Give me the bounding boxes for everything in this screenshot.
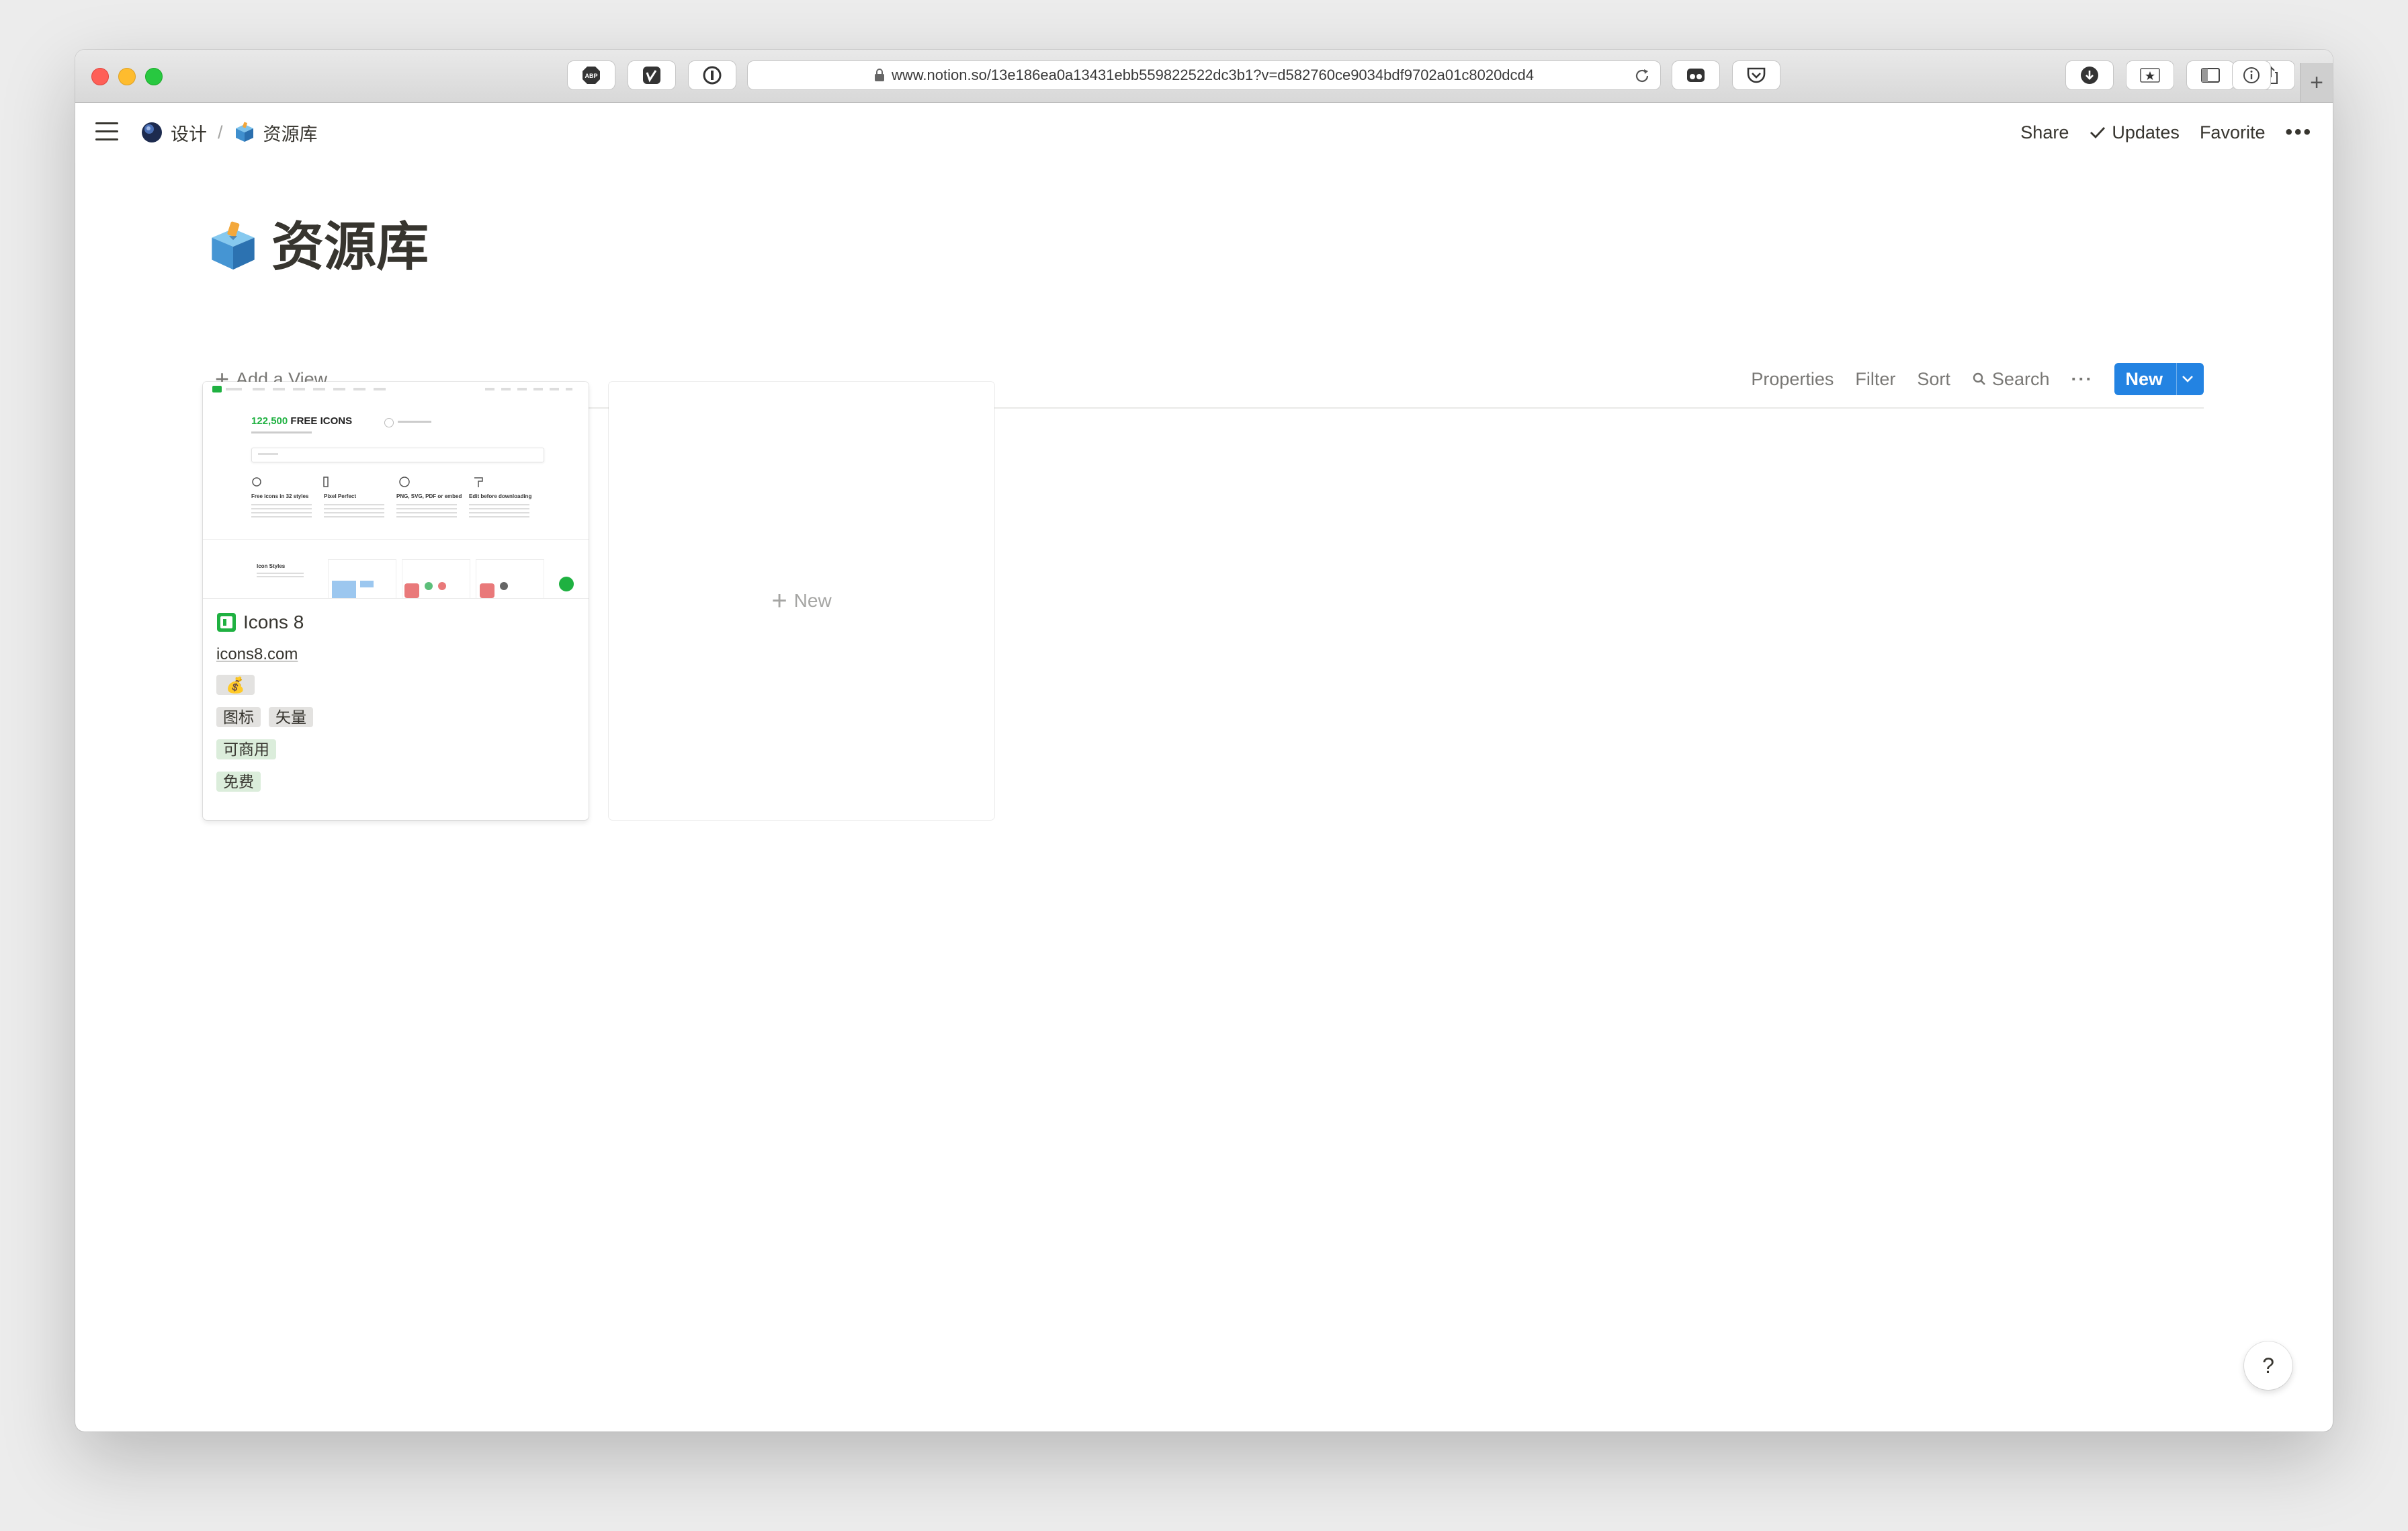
money-bag-tag: 💰 xyxy=(216,675,255,695)
pocket-button[interactable] xyxy=(1732,60,1780,90)
cover-feature-2: Pixel Perfect xyxy=(324,493,357,499)
cube-box-icon xyxy=(234,122,255,143)
info-button[interactable] xyxy=(2232,60,2271,90)
download-icon xyxy=(2081,67,2098,84)
tag-vector: 矢量 xyxy=(269,707,313,727)
reading-list-button[interactable] xyxy=(1672,60,1720,90)
sidebar-icon xyxy=(2201,68,2220,83)
help-button[interactable]: ? xyxy=(2244,1341,2292,1390)
tag-commercial: 可商用 xyxy=(216,739,276,759)
zoom-window-button[interactable] xyxy=(145,68,163,85)
vimeo-extension-button[interactable] xyxy=(628,60,676,90)
globe-icon xyxy=(141,122,163,143)
search-label: Search xyxy=(1991,368,2050,389)
view-tools: Properties Filter Sort Search ··· New xyxy=(1729,355,2204,403)
properties-button[interactable]: Properties xyxy=(1751,369,1834,390)
card-emoji-tag-row: 💰 xyxy=(216,675,263,695)
view-more-button[interactable]: ··· xyxy=(2071,369,2093,390)
plus-icon: + xyxy=(771,586,787,616)
filter-button[interactable]: Filter xyxy=(1855,369,1895,390)
reload-icon[interactable] xyxy=(1633,67,1651,85)
tag-free: 免费 xyxy=(216,772,261,792)
onepassword-icon xyxy=(703,66,722,85)
card-free-tag-row: 免费 xyxy=(216,772,269,792)
cube-box-icon xyxy=(212,221,255,270)
browser-window: ABP www.notion.so/13e186ea0a13431ebb5598… xyxy=(75,50,2333,1432)
card-cover-image: 122,500 FREE ICONS Free icons in 32 styl… xyxy=(203,382,589,599)
updates-button[interactable]: Updates xyxy=(2089,122,2180,143)
downloads-button[interactable] xyxy=(2065,60,2114,90)
favorite-button[interactable]: Favorite xyxy=(2200,122,2266,143)
star-icon xyxy=(2140,68,2160,83)
search-button[interactable]: Search xyxy=(1972,368,2050,390)
new-item-button[interactable]: New xyxy=(2114,363,2204,395)
address-bar[interactable]: www.notion.so/13e186ea0a13431ebb55982252… xyxy=(747,60,1661,90)
notion-topbar: 设计 / 资源库 Share Updates Favorite ••• xyxy=(75,102,2333,163)
search-icon xyxy=(1973,372,1985,385)
bookmark-button[interactable] xyxy=(2126,60,2174,90)
cover-section-title: Icon Styles xyxy=(257,563,286,569)
breadcrumb: 设计 / 资源库 xyxy=(141,118,318,147)
close-window-button[interactable] xyxy=(91,68,109,85)
cover-feature-4: Edit before downloading xyxy=(469,493,532,499)
new-card-content: + New xyxy=(609,382,994,820)
page-title[interactable]: 资源库 xyxy=(271,210,429,284)
menu-icon[interactable] xyxy=(95,122,118,142)
card-title[interactable]: Icons 8 xyxy=(216,609,304,636)
checkmark-icon xyxy=(2090,127,2106,139)
new-card-label: New xyxy=(793,590,832,611)
card-commercial-tag-row: 可商用 xyxy=(216,739,284,759)
minimize-window-button[interactable] xyxy=(118,68,136,85)
updates-label: Updates xyxy=(2112,122,2180,142)
abp-icon: ABP xyxy=(583,67,600,84)
new-item-label[interactable]: New xyxy=(2114,363,2176,395)
sort-button[interactable]: Sort xyxy=(1917,369,1950,390)
browser-toolbar: ABP www.notion.so/13e186ea0a13431ebb5598… xyxy=(75,50,2333,103)
breadcrumb-item-design[interactable]: 设计 xyxy=(171,120,207,146)
more-options-button[interactable]: ••• xyxy=(2285,121,2313,144)
gallery-card[interactable]: 122,500 FREE ICONS Free icons in 32 styl… xyxy=(203,382,589,820)
reading-icon xyxy=(1687,69,1705,82)
cover-feature-1: Free icons in 32 styles xyxy=(251,493,309,499)
abp-extension-button[interactable]: ABP xyxy=(567,60,615,90)
card-title-text: Icons 8 xyxy=(243,612,304,632)
pocket-icon xyxy=(1747,67,1766,83)
info-icon xyxy=(2243,67,2260,83)
breadcrumb-item-library[interactable]: 资源库 xyxy=(263,120,318,146)
cover-feature-3: PNG, SVG, PDF or embed xyxy=(396,493,462,499)
cover-headline-count: 122,500 xyxy=(251,415,288,427)
page-actions: Share Updates Favorite ••• xyxy=(2000,118,2313,147)
lock-icon xyxy=(874,69,884,81)
card-category-tags: 图标 矢量 xyxy=(216,707,321,727)
breadcrumb-separator: / xyxy=(218,122,223,142)
cover-headline-text: FREE ICONS xyxy=(290,415,353,427)
chevron-down-icon[interactable] xyxy=(2176,363,2204,395)
svg-text:ABP: ABP xyxy=(585,73,597,79)
url-text: www.notion.so/13e186ea0a13431ebb55982252… xyxy=(891,67,1535,83)
sidebar-button[interactable] xyxy=(2186,60,2235,90)
onepassword-extension-button[interactable] xyxy=(688,60,736,90)
new-tab-button[interactable]: + xyxy=(2300,63,2333,102)
icons8-logo-icon xyxy=(216,612,236,632)
share-button[interactable]: Share xyxy=(2020,122,2069,143)
tag-icon: 图标 xyxy=(216,707,261,727)
card-url-link[interactable]: icons8.com xyxy=(216,645,298,664)
vimeo-icon xyxy=(643,67,660,84)
page-icon[interactable] xyxy=(207,220,259,273)
new-card-button[interactable]: + New xyxy=(609,382,994,820)
